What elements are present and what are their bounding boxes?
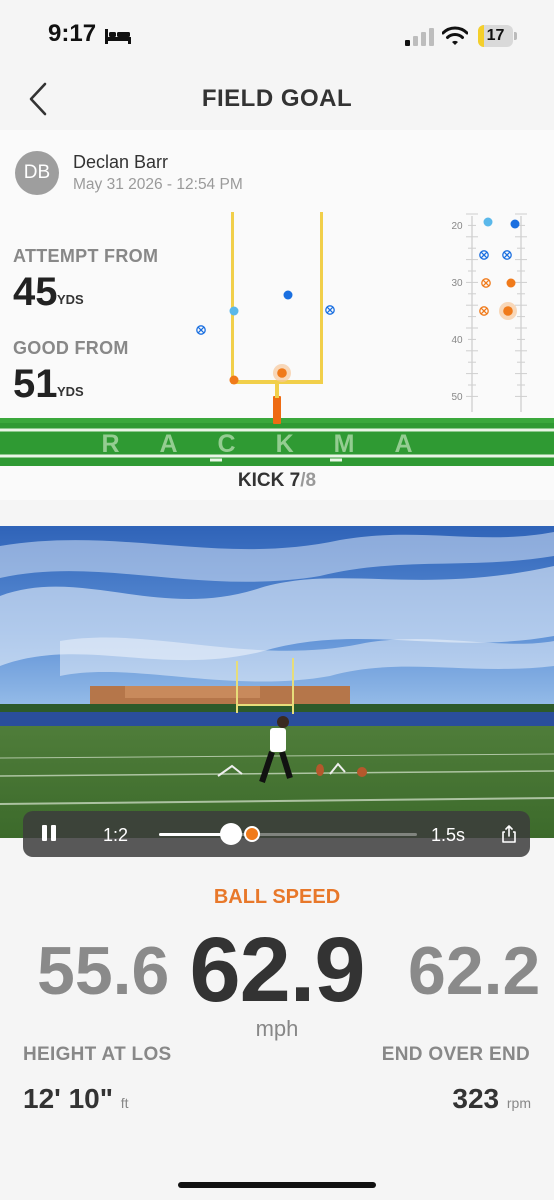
kick-marker-good	[283, 290, 293, 300]
mini-field-map: 20 30 40 50	[451, 213, 527, 412]
home-indicator	[178, 1182, 376, 1188]
kick-counter-label: KICK	[237, 470, 285, 491]
end-over-end-value: 323 rpm	[452, 1083, 531, 1115]
mini-kick-good	[483, 217, 493, 227]
kick-marker-good	[229, 375, 239, 385]
good-from-label: GOOD FROM	[13, 338, 129, 358]
video-controls: 1:2 1.5s	[23, 811, 530, 857]
attempt-from-label: ATTEMPT FROM	[13, 246, 159, 266]
mini-kick-miss	[479, 250, 489, 260]
wifi-icon	[442, 26, 468, 45]
height-at-los-unit: ft	[120, 1095, 129, 1111]
scrubber-thumb[interactable]	[220, 823, 243, 845]
battery-icon: 17	[478, 25, 518, 47]
video-frame-image	[0, 526, 554, 838]
share-icon[interactable]	[500, 824, 518, 844]
ball-speed-right: 62.2	[408, 933, 541, 1009]
height-at-los-value: 12' 10" ft	[23, 1083, 129, 1115]
status-bar: 9:17 17	[0, 0, 554, 70]
mini-kick-miss	[481, 278, 491, 288]
kick-counter: KICK 7/8	[0, 470, 554, 492]
user-name: Declan Barr	[73, 152, 169, 172]
ball-speed-label: BALL SPEED	[213, 886, 341, 908]
cellular-signal-icon	[405, 28, 434, 46]
goalpost-right-upright	[320, 212, 323, 382]
mini-kick-miss	[502, 250, 512, 260]
yard-line-label: 20	[451, 221, 463, 232]
pause-button[interactable]	[41, 823, 59, 845]
battery-percent: 17	[486, 27, 505, 44]
yard-line-label: 50	[451, 392, 463, 403]
end-over-end-number: 323	[452, 1083, 500, 1114]
yard-line-label: 30	[451, 278, 463, 289]
height-at-los-label: HEIGHT AT LOS	[23, 1044, 172, 1065]
kick-metrics: BALL SPEED 55.6 62.9 62.2 mph HEIGHT AT …	[0, 860, 554, 1160]
height-at-los-number: 12' 10"	[23, 1083, 114, 1114]
mini-kick-good	[506, 278, 516, 288]
kick-contact-marker	[244, 826, 261, 842]
nav-bar: FIELD GOAL	[0, 70, 554, 130]
kick-marker-miss	[325, 305, 335, 315]
mini-field-ticks	[466, 213, 527, 397]
mini-kick-miss	[479, 306, 489, 316]
playback-speed[interactable]: 1:2	[103, 825, 128, 846]
status-time: 9:17	[48, 20, 97, 47]
mini-kick-current	[503, 306, 513, 316]
attempt-from-value: 45	[13, 270, 58, 314]
end-over-end-label: END OVER END	[381, 1044, 530, 1065]
page-title: FIELD GOAL	[201, 85, 353, 112]
kick-marker-good	[229, 306, 239, 316]
good-from-unit: YDS	[57, 384, 84, 399]
kick-marker-miss	[196, 325, 206, 335]
yard-line-label: 40	[451, 335, 463, 346]
kick-card: RACKMA 20 30 40 50 DB Declan Barr May 31…	[0, 130, 554, 500]
ball-speed-unit: mph	[255, 1016, 299, 1041]
goalpost-base	[273, 396, 281, 424]
end-over-end-unit: rpm	[506, 1095, 531, 1111]
goalpost-left-upright	[231, 212, 234, 382]
kick-video[interactable]	[0, 526, 554, 838]
video-duration: 1.5s	[431, 825, 466, 845]
kick-counter-current: 7	[289, 470, 301, 491]
kick-counter-total: /8	[300, 470, 317, 491]
good-from-value: 51	[13, 362, 58, 406]
bed-icon	[105, 29, 131, 44]
goalpost-crossbar	[231, 380, 323, 384]
battery-nub	[514, 32, 517, 40]
avatar[interactable]: DB	[15, 151, 59, 195]
mini-kick-good	[510, 219, 520, 229]
field-text: RACKMA	[101, 430, 452, 458]
battery-body: 17	[478, 25, 513, 47]
attempt-from-unit: YDS	[57, 292, 84, 307]
kick-date: May 31 2026 - 12:54 PM	[73, 176, 243, 193]
kick-marker-current	[277, 368, 287, 378]
